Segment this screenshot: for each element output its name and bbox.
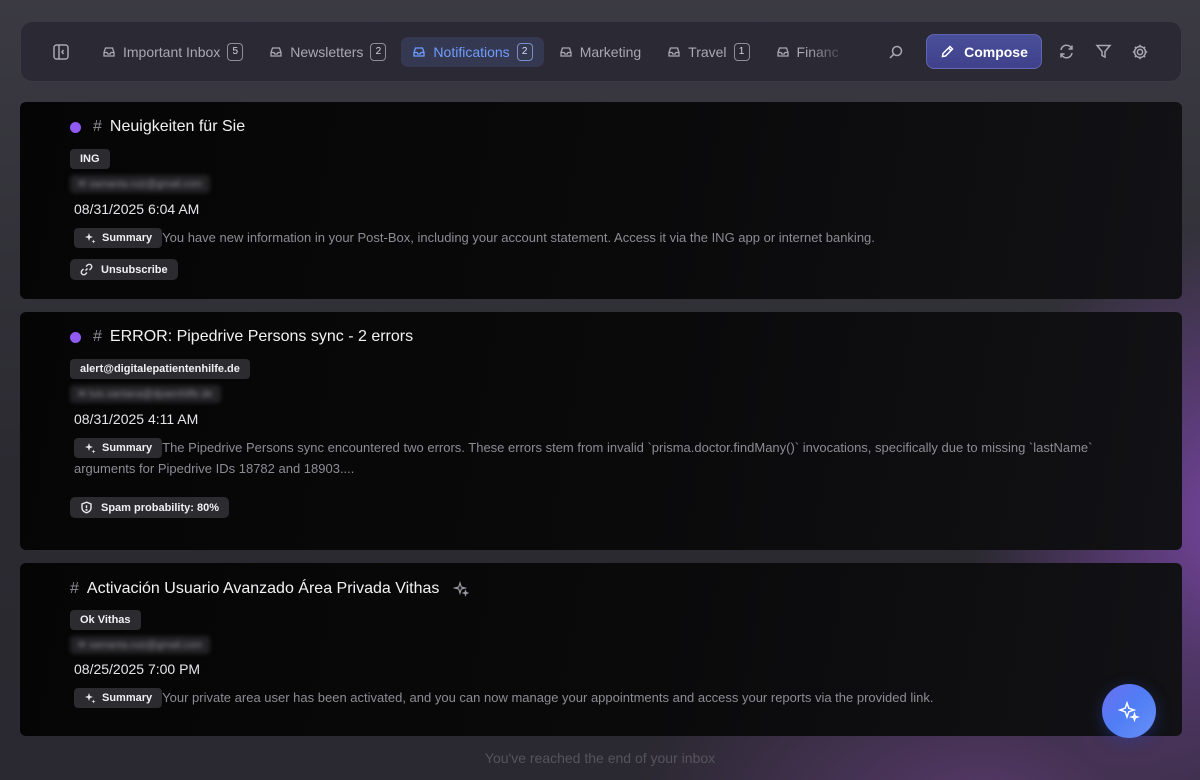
tab-count-badge: 2 (370, 42, 387, 61)
summary-line: Summary Your private area user has been … (74, 687, 1112, 709)
link-icon (80, 263, 93, 276)
recipient-text: luis.santana@dpaenhilfe.de (89, 388, 213, 400)
tab-marketing[interactable]: Marketing (548, 37, 652, 67)
inbox-icon (413, 46, 426, 57)
hash-icon: # (93, 328, 102, 345)
category-tabs: Important Inbox 5 Newsletters 2 Notifica… (91, 36, 891, 67)
tab-travel[interactable]: Travel 1 (656, 37, 760, 67)
compose-button[interactable]: Compose (926, 34, 1042, 69)
sparkles-icon (1118, 700, 1140, 722)
email-date: 08/25/2025 7:00 PM (74, 661, 201, 677)
refresh-icon[interactable] (1053, 39, 1079, 65)
email-date: 08/31/2025 4:11 AM (74, 411, 199, 427)
sparkles-icon (85, 692, 96, 704)
email-subject: Activación Usuario Avanzado Área Privada… (86, 580, 440, 597)
tab-count-badge: 2 (516, 42, 533, 61)
inbox-icon (270, 46, 282, 57)
recipient-text: samanta.ruiz@gmail.com (89, 639, 203, 651)
tab-label: Financ (796, 43, 839, 60)
tab-newsletters[interactable]: Newsletters 2 (258, 37, 397, 67)
sparkles-icon[interactable] (453, 581, 470, 597)
sparkles-icon (85, 442, 96, 454)
summary-line: Summary The Pipedrive Persons sync encou… (74, 437, 1112, 479)
shield-icon (81, 501, 92, 514)
inbox-icon (668, 46, 680, 57)
summary-line: Summary You have new information in your… (74, 227, 1112, 249)
tab-label: Marketing (579, 43, 642, 60)
compose-label: Compose (964, 43, 1028, 60)
pencil-icon (941, 45, 954, 58)
email-title-row: # Neuigkeiten für Sie (70, 118, 245, 136)
tab-count-badge: 5 (227, 42, 244, 61)
email-card[interactable]: # Neuigkeiten für Sie ING ✉ samanta.ruiz… (20, 102, 1182, 299)
sender-badge: ING (70, 149, 110, 169)
email-card[interactable]: # Activación Usuario Avanzado Área Priva… (20, 563, 1182, 736)
sender-badge: Ok Vithas (70, 610, 141, 630)
email-title-row: # ERROR: Pipedrive Persons sync - 2 erro… (70, 328, 413, 346)
summary-label: Summary (102, 691, 153, 704)
summary-label: Summary (102, 441, 153, 454)
email-date: 08/31/2025 6:04 AM (74, 201, 200, 217)
unsubscribe-button[interactable]: Unsubscribe (70, 259, 178, 280)
recipient-email: ✉ luis.santana@dpaenhilfe.de (70, 385, 221, 403)
tab-notifications[interactable]: Notifications 2 (401, 36, 544, 67)
spam-label: Spam probability: 80% (101, 501, 219, 514)
end-of-inbox-text: You've reached the end of your inbox (484, 750, 716, 766)
inbox-icon (560, 46, 572, 57)
email-subject: Neuigkeiten für Sie (109, 118, 246, 135)
tab-label: Notifications (433, 43, 510, 60)
hash-icon: # (93, 118, 102, 135)
gear-icon[interactable] (1127, 39, 1153, 65)
summary-label: Summary (102, 231, 153, 244)
hash-icon: # (70, 580, 79, 597)
unread-dot (70, 121, 81, 133)
recipient-email: ✉ samanta.ruiz@gmail.com (70, 175, 211, 193)
sidebar-toggle-icon[interactable] (47, 38, 75, 66)
recipient-email: ✉ samanta.ruiz@gmail.com (70, 636, 211, 654)
summary-text: The Pipedrive Persons sync encountered t… (74, 440, 1093, 476)
summary-badge: Summary (74, 687, 163, 708)
summary-text: You have new information in your Post-Bo… (162, 230, 875, 245)
tab-count-badge: 1 (733, 42, 750, 61)
email-subject: ERROR: Pipedrive Persons sync - 2 errors (109, 328, 414, 345)
email-card[interactable]: # ERROR: Pipedrive Persons sync - 2 erro… (20, 312, 1182, 550)
tab-label: Newsletters (290, 43, 364, 60)
inbox-icon (776, 46, 789, 57)
ai-assistant-button[interactable] (1102, 684, 1156, 738)
summary-badge: Summary (74, 437, 163, 458)
summary-text: Your private area user has been activate… (162, 690, 934, 705)
sender-badge: alert@digitalepatientenhilfe.de (70, 359, 250, 379)
inbox-icon (103, 46, 115, 57)
unsubscribe-label: Unsubscribe (101, 263, 168, 276)
tab-label: Travel (688, 43, 727, 60)
email-title-row: # Activación Usuario Avanzado Área Priva… (70, 580, 470, 598)
filter-icon[interactable] (1090, 39, 1116, 65)
summary-badge: Summary (74, 227, 163, 248)
tab-important-inbox[interactable]: Important Inbox 5 (91, 37, 254, 67)
recipient-text: samanta.ruiz@gmail.com (89, 178, 203, 190)
tab-label: Important Inbox (123, 43, 221, 60)
tab-finance[interactable]: Financ (765, 37, 850, 67)
mail-toolbar: Important Inbox 5 Newsletters 2 Notifica… (20, 21, 1182, 82)
spam-probability-badge: Spam probability: 80% (70, 497, 229, 518)
sparkles-icon (85, 232, 96, 244)
unread-dot (70, 331, 81, 343)
